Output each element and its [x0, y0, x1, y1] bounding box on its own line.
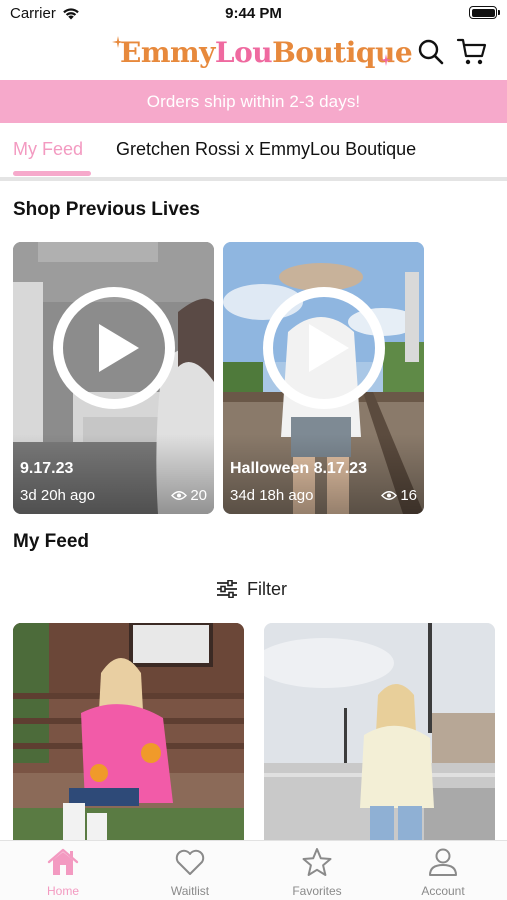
status-bar: Carrier 9:44 PM [0, 0, 507, 30]
product-card[interactable] [264, 623, 495, 843]
person-icon [429, 848, 457, 876]
banner-text: Orders ship within 2-3 days! [146, 91, 361, 111]
app-header: EmmyLouBoutique [0, 30, 507, 78]
feed-tabs: My Feed Gretchen Rossi x EmmyLou Boutiqu… [0, 123, 507, 181]
filter-label: Filter [247, 578, 287, 599]
heart-icon [175, 849, 205, 875]
nav-label: Favorites [292, 884, 342, 898]
nav-home[interactable]: Home [18, 847, 108, 899]
cart-icon [456, 38, 487, 65]
live-time-ago: 3d 20h ago [20, 487, 96, 504]
sparkle-icon [380, 54, 392, 66]
star-icon [302, 848, 332, 876]
nav-label: Home [46, 884, 79, 898]
tab-gretchen-rossi[interactable]: Gretchen Rossi x EmmyLou Boutique [116, 139, 416, 160]
nav-label: Waitlist [170, 884, 210, 898]
live-time-ago: 34d 18h ago [230, 487, 314, 504]
product-image [13, 623, 244, 843]
view-count: 20 [171, 487, 207, 504]
nav-waitlist[interactable]: Waitlist [145, 847, 235, 899]
nav-account[interactable]: Account [398, 847, 488, 899]
shipping-banner: Orders ship within 2-3 days! [0, 80, 507, 123]
play-button[interactable] [53, 287, 175, 409]
home-icon [47, 848, 79, 875]
previous-lives-title: Shop Previous Lives [13, 199, 200, 220]
filter-icon [217, 580, 237, 598]
live-title: 9.17.23 [20, 460, 74, 477]
eye-icon [381, 491, 398, 500]
play-button[interactable] [263, 287, 385, 409]
battery-icon [469, 6, 500, 19]
active-tab-indicator [13, 171, 91, 176]
feed-title: My Feed [13, 531, 90, 552]
search-button[interactable] [415, 36, 447, 68]
nav-favorites[interactable]: Favorites [272, 847, 362, 899]
logo-text: EmmyLouBoutique [120, 36, 413, 69]
brand-logo[interactable]: EmmyLouBoutique [112, 34, 413, 74]
product-card[interactable] [13, 623, 244, 843]
live-title: Halloween 8.17.23 [230, 460, 367, 477]
cart-button[interactable] [456, 36, 488, 68]
play-icon [309, 324, 349, 372]
play-icon [99, 324, 139, 372]
eye-icon [171, 491, 188, 500]
live-video-card[interactable]: Halloween 8.17.23 34d 18h ago 16 [223, 242, 424, 514]
nav-label: Account [421, 884, 465, 898]
bottom-tab-bar: Home Waitlist Favorites Account [0, 840, 507, 900]
live-video-card[interactable]: 9.17.23 3d 20h ago 20 [13, 242, 214, 514]
clock: 9:44 PM [225, 5, 282, 22]
view-count: 16 [381, 487, 417, 504]
tab-my-feed[interactable]: My Feed [13, 139, 83, 160]
filter-button[interactable]: Filter [216, 576, 287, 602]
product-image [264, 623, 495, 843]
search-icon [418, 39, 444, 65]
